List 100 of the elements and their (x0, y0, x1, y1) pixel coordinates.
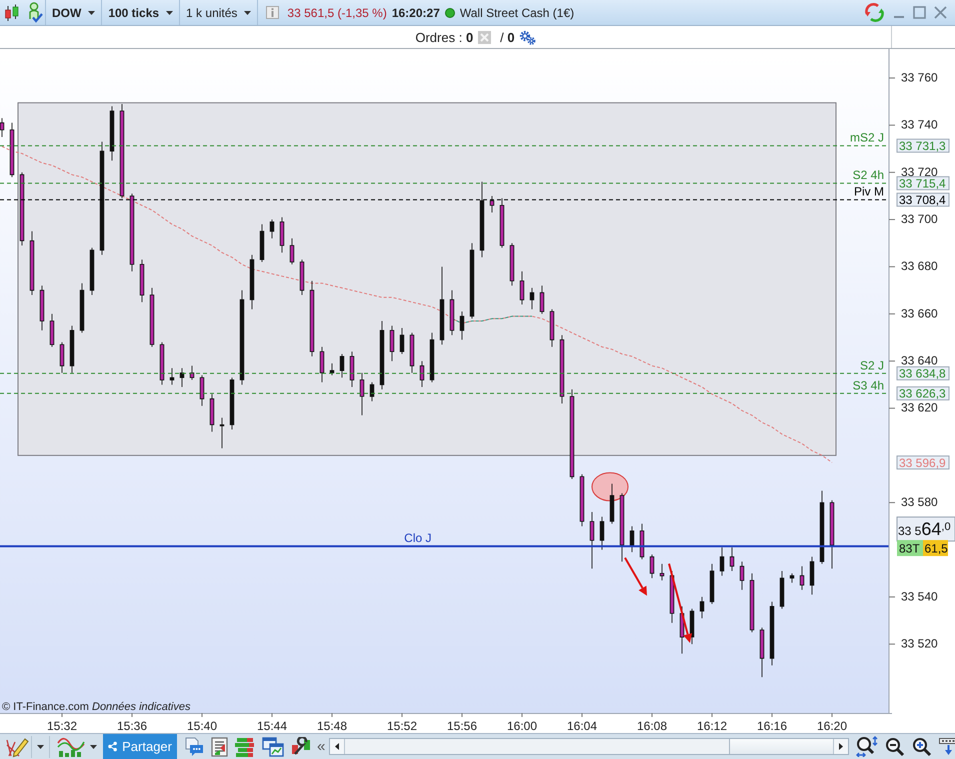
horizontal-scrollbar[interactable] (329, 738, 850, 755)
candle (770, 601, 774, 666)
interval-dropdown[interactable]: 100 ticks (102, 0, 180, 25)
candle (270, 219, 274, 239)
scrollbar-thumb[interactable] (729, 739, 834, 754)
axis-tick-label: 15:56 (446, 719, 478, 733)
pencil-chart-icon[interactable] (5, 736, 29, 758)
candle (830, 500, 834, 569)
candle (160, 342, 164, 386)
axis-tick-label: 33 540 (901, 589, 938, 604)
level-label: S2 4h (852, 168, 884, 182)
price-badge: 61,5 (923, 540, 948, 556)
candle (170, 368, 174, 386)
candle (410, 332, 414, 374)
candle (740, 561, 744, 590)
candle (650, 554, 654, 578)
candle (200, 374, 204, 406)
axis-tick-label: 33 620 (901, 400, 938, 415)
candle (720, 547, 724, 576)
axis-tick-label: 15:48 (316, 719, 348, 733)
axis-tick-label: 15:36 (116, 719, 148, 733)
zoom-fit-icon[interactable] (856, 736, 878, 757)
candle (550, 308, 554, 348)
orders-count: / 0 (500, 30, 515, 44)
wrench-icon[interactable] (291, 736, 311, 756)
candle (300, 259, 304, 296)
candle (760, 627, 764, 678)
candle (50, 314, 54, 348)
axis-tick-label: 15:44 (256, 719, 288, 733)
quantity-dropdown[interactable]: 1 k unités (180, 0, 258, 25)
candle (510, 242, 514, 286)
candle (500, 198, 504, 248)
candle (180, 368, 184, 388)
candle (320, 346, 324, 383)
scroll-right-icon[interactable] (839, 743, 844, 750)
candle (230, 377, 234, 430)
arrow (624, 557, 647, 596)
caret-icon[interactable] (90, 744, 97, 748)
candle (350, 351, 354, 388)
report-icon[interactable] (211, 736, 228, 756)
candle (80, 282, 84, 334)
candle (420, 360, 424, 388)
level-label: Clo J (404, 531, 432, 546)
caret-icon[interactable] (37, 744, 44, 748)
info-icon[interactable] (266, 6, 280, 19)
candle (330, 363, 334, 376)
price-tag: 33 715,4 (896, 176, 950, 191)
caret-icon (166, 10, 174, 14)
orders-text: Ordres : 0 (415, 30, 474, 44)
caret-icon (88, 10, 96, 14)
candle (280, 216, 284, 253)
stacked-bars-icon[interactable] (235, 736, 255, 756)
candle (90, 247, 94, 296)
close-icon[interactable] (934, 6, 947, 19)
candle (790, 573, 794, 584)
candle (360, 372, 364, 416)
candle (380, 320, 384, 390)
candle (680, 606, 684, 654)
axis-tick-label: 33 760 (901, 70, 938, 85)
caret-icon (244, 10, 252, 14)
candle (340, 354, 344, 378)
windows-icon[interactable] (262, 736, 284, 756)
candle (430, 332, 434, 383)
candle (800, 566, 804, 590)
share-button[interactable]: Partager (103, 734, 177, 759)
candle (640, 523, 644, 560)
person-check-icon[interactable] (27, 2, 43, 23)
candlestick-icon[interactable] (4, 4, 20, 22)
axis-tick-label: 33 520 (901, 636, 938, 651)
candle (370, 382, 374, 402)
candle (540, 285, 544, 314)
price-tag: 33 634,8 (896, 366, 950, 381)
candle (520, 271, 524, 305)
axis-tick-label: 33 740 (901, 118, 938, 132)
candle (140, 259, 144, 302)
zoom-in-icon[interactable] (912, 736, 932, 756)
price-tag: 33 626,3 (896, 386, 950, 401)
settings-icon[interactable] (518, 30, 536, 44)
status-dot-icon (444, 8, 455, 18)
candle (260, 224, 264, 262)
instrument-dropdown[interactable]: DOW (46, 0, 102, 25)
candle (220, 417, 224, 449)
ellipse-marker (592, 472, 628, 502)
axis-tick-label: 16:20 (816, 719, 848, 733)
dock-icon[interactable] (939, 738, 955, 756)
indicator-chart-icon[interactable] (57, 736, 85, 758)
candle (60, 342, 64, 374)
candle (700, 596, 704, 619)
axis-tick-label: 15:32 (46, 719, 78, 733)
candle (490, 196, 494, 213)
maximize-icon[interactable] (913, 6, 926, 19)
candle (630, 526, 634, 552)
comment-icon[interactable] (184, 736, 204, 756)
scroll-left-icon[interactable] (335, 743, 340, 750)
axis-tick-label: 33 700 (901, 212, 938, 226)
collapse-button[interactable]: « (317, 738, 326, 755)
zoom-out-icon[interactable] (885, 736, 906, 756)
candle (190, 365, 194, 380)
refresh-icon[interactable] (864, 3, 885, 22)
axis-tick-label: 15:40 (186, 719, 218, 733)
